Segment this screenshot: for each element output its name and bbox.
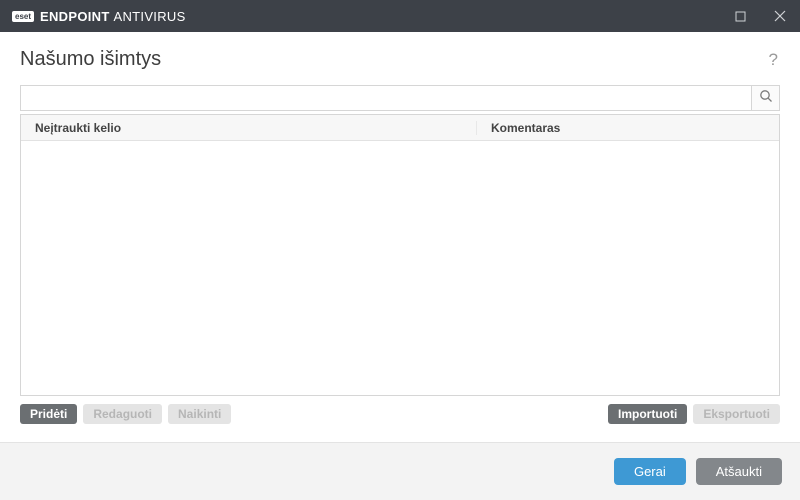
search-icon [759, 89, 773, 108]
close-button[interactable] [760, 0, 800, 32]
brand-badge: eset [12, 11, 34, 22]
import-button[interactable]: Importuoti [608, 404, 687, 424]
column-header-comment[interactable]: Komentaras [476, 121, 779, 135]
minimize-button[interactable] [720, 0, 760, 32]
brand-light: ANTIVIRUS [114, 9, 186, 24]
page-title: Našumo išimtys [20, 48, 161, 71]
add-button[interactable]: Pridėti [20, 404, 77, 424]
search-row [20, 85, 780, 111]
app-brand: eset ENDPOINT ANTIVIRUS [12, 9, 186, 24]
brand-strong: ENDPOINT [40, 9, 110, 24]
toolbar: Pridėti Redaguoti Naikinti Importuoti Ek… [20, 396, 780, 434]
table-body[interactable] [21, 141, 779, 395]
help-icon[interactable]: ? [769, 50, 780, 70]
titlebar: eset ENDPOINT ANTIVIRUS [0, 0, 800, 32]
search-input[interactable] [21, 86, 751, 110]
exclusions-table: Neįtraukti kelio Komentaras [20, 114, 780, 396]
footer: Gerai Atšaukti [0, 442, 800, 500]
ok-button[interactable]: Gerai [614, 458, 686, 485]
cancel-button[interactable]: Atšaukti [696, 458, 782, 485]
table-header: Neįtraukti kelio Komentaras [21, 115, 779, 141]
column-header-path[interactable]: Neįtraukti kelio [21, 121, 476, 135]
delete-button: Naikinti [168, 404, 231, 424]
search-button[interactable] [751, 86, 779, 110]
export-button: Eksportuoti [693, 404, 780, 424]
edit-button: Redaguoti [83, 404, 162, 424]
